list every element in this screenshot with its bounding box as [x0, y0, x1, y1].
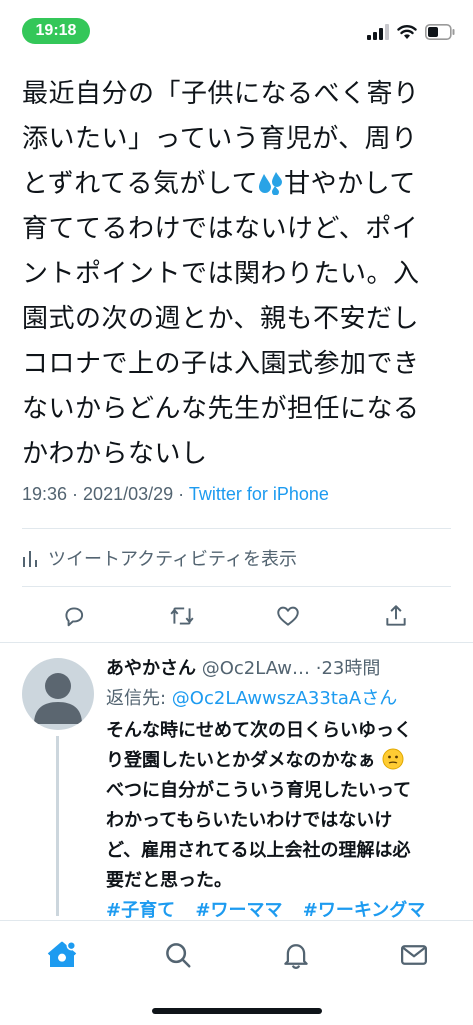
reply-button[interactable]: [58, 600, 90, 632]
divider: [22, 528, 451, 529]
hashtag-link[interactable]: #子育て: [106, 900, 175, 921]
thread-line: [56, 736, 59, 916]
tweet-source-link[interactable]: Twitter for iPhone: [189, 484, 329, 504]
reply-time-ago: ·23時間: [315, 658, 381, 679]
tweet-text-part2: 甘やかして 育ててるわけではないけど、ポイ ントポイントでは関わりたい。入 園式…: [22, 169, 420, 469]
tab-home[interactable]: [42, 935, 82, 975]
reply-icon: [65, 607, 84, 627]
signal-icon: [367, 24, 389, 40]
tab-notifications[interactable]: [276, 935, 316, 975]
wifi-icon: [397, 25, 417, 39]
status-time: 19:18: [22, 18, 90, 44]
avatar[interactable]: [22, 658, 94, 730]
reply-author-handle[interactable]: @Oc2LAw…: [202, 658, 310, 679]
divider: [22, 586, 451, 587]
share-button[interactable]: [380, 600, 412, 632]
tweet-meta: 19:36 · 2021/03/29 · Twitter for iPhone: [22, 484, 329, 505]
meta-separator: ·: [173, 484, 189, 504]
reply-text-part2: べつに自分がこういう育児したいって わかってもらいたいわけではないけ ど、雇用さ…: [106, 780, 412, 891]
reply-tweet[interactable]: あやかさん @Oc2LAw… ·23時間 返信先: @Oc2LAwwszA33t…: [106, 654, 456, 926]
divider: [0, 642, 473, 643]
reply-to-label: 返信先:: [106, 688, 172, 709]
reply-to-line: 返信先: @Oc2LAwwszA33taAさん: [106, 684, 456, 714]
hashtag-link[interactable]: #ワーママ: [195, 900, 282, 921]
tab-messages[interactable]: [394, 935, 434, 975]
reply-author-name[interactable]: あやかさん: [106, 658, 196, 679]
share-icon: [386, 605, 406, 626]
hashtag-link[interactable]: #ワーキングマ: [303, 900, 426, 921]
retweet-button[interactable]: [166, 600, 198, 632]
status-bar: 19:18: [0, 0, 473, 60]
home-icon: [47, 940, 77, 967]
reply-text-part1: そんな時にせめて次の日くらいゆっく り登園したいとかダメなのかなぁ: [106, 720, 412, 771]
analytics-icon: [23, 551, 37, 567]
tweet-time: 19:36: [22, 484, 68, 504]
meta-separator: ·: [67, 484, 84, 504]
notifications-icon: [284, 944, 308, 970]
retweet-icon: [170, 607, 194, 625]
like-icon: [277, 606, 299, 626]
default-avatar-icon: [34, 673, 82, 724]
messages-icon: [401, 945, 427, 965]
reply-to-handle-link[interactable]: @Oc2LAwwszA33taAさん: [172, 688, 397, 709]
search-icon: [166, 943, 191, 968]
like-button[interactable]: [272, 600, 304, 632]
reply-text: そんな時にせめて次の日くらいゆっく り登園したいとかダメなのかなぁ べつに自分が…: [106, 716, 456, 896]
tweet-text: 最近自分の「子供になるべく寄り 添いたい」っていう育児が、周り とずれてる気がし…: [22, 72, 452, 477]
thinking-face-icon: [382, 748, 404, 770]
tweet-actions: [0, 594, 473, 638]
sweat-droplets-icon: [259, 172, 283, 195]
home-indicator[interactable]: [152, 1008, 322, 1014]
bottom-tab-bar: [0, 920, 473, 1025]
tweet-date: 2021/03/29: [83, 484, 174, 504]
tweet-activity-link[interactable]: ツイートアクティビティを表示: [22, 540, 297, 576]
tweet-activity-label: ツイートアクティビティを表示: [48, 549, 297, 570]
reply-header: あやかさん @Oc2LAw… ·23時間: [106, 654, 456, 684]
battery-icon: [425, 24, 455, 40]
system-icons: [367, 20, 455, 44]
tab-search[interactable]: [158, 935, 198, 975]
